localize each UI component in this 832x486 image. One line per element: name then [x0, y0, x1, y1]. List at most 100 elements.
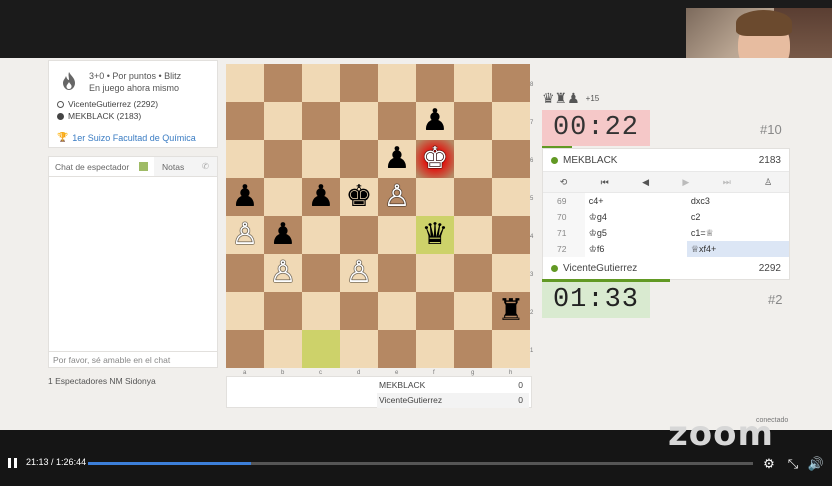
square-d4[interactable] — [340, 216, 378, 254]
square-g8[interactable] — [454, 64, 492, 102]
chess-piece[interactable]: ♙ — [346, 258, 373, 288]
black-player-row[interactable]: MEKBLACK (2183) — [57, 111, 141, 121]
square-g5[interactable] — [454, 178, 492, 216]
square-h2[interactable]: ♜ — [492, 292, 530, 330]
square-b2[interactable] — [264, 292, 302, 330]
chat-input[interactable]: Por favor, sé amable en el chat — [49, 351, 217, 367]
square-a6[interactable] — [226, 140, 264, 178]
square-h1[interactable] — [492, 330, 530, 368]
square-e5[interactable]: ♙ — [378, 178, 416, 216]
square-e7[interactable] — [378, 102, 416, 140]
square-e6[interactable]: ♟ — [378, 140, 416, 178]
square-d6[interactable] — [340, 140, 378, 178]
chess-piece[interactable]: ♟ — [270, 220, 297, 250]
square-d1[interactable] — [340, 330, 378, 368]
next-move-icon[interactable]: ▶ — [682, 177, 689, 188]
tab-spectator-chat[interactable]: Chat de espectador — [49, 157, 154, 176]
square-g4[interactable] — [454, 216, 492, 254]
square-d5[interactable]: ♚ — [340, 178, 378, 216]
first-move-icon[interactable]: ⏮ — [601, 177, 609, 188]
white-move[interactable]: ♔f6 — [585, 241, 687, 257]
black-move[interactable]: dxc3 — [687, 193, 789, 209]
square-e2[interactable] — [378, 292, 416, 330]
tab-notes[interactable]: Notas ✆ — [154, 157, 217, 176]
white-move[interactable]: c4+ — [585, 193, 687, 209]
square-e1[interactable] — [378, 330, 416, 368]
square-g1[interactable] — [454, 330, 492, 368]
square-g6[interactable] — [454, 140, 492, 178]
square-c8[interactable] — [302, 64, 340, 102]
chess-piece[interactable]: ♚ — [346, 182, 373, 212]
square-f3[interactable] — [416, 254, 454, 292]
square-c3[interactable] — [302, 254, 340, 292]
square-a5[interactable]: ♟ — [226, 178, 264, 216]
chess-piece[interactable]: ♙ — [384, 182, 411, 212]
square-a1[interactable] — [226, 330, 264, 368]
top-player-bar[interactable]: MEKBLACK 2183 — [543, 149, 789, 171]
square-f6[interactable]: ♚ — [416, 140, 454, 178]
square-b6[interactable] — [264, 140, 302, 178]
chess-board[interactable]: ♟ ♟ ♚ ♟ ♟ ♚ ♙ ♙ ♟ ♛ ♙ ♙ ♜ — [226, 64, 530, 368]
chess-piece[interactable]: ♚ — [422, 144, 449, 174]
tournament-link[interactable]: 🏆 1er Suizo Facultad de Química — [57, 132, 196, 143]
square-d7[interactable] — [340, 102, 378, 140]
square-h7[interactable] — [492, 102, 530, 140]
square-f7[interactable]: ♟ — [416, 102, 454, 140]
chat-toggle-checkbox[interactable] — [139, 162, 148, 171]
pause-button[interactable] — [8, 458, 20, 470]
square-b3[interactable]: ♙ — [264, 254, 302, 292]
square-e4[interactable] — [378, 216, 416, 254]
white-move[interactable]: ♔g4 — [585, 209, 687, 225]
chess-piece[interactable]: ♟ — [232, 182, 259, 212]
chess-piece[interactable]: ♟ — [308, 182, 335, 212]
square-a7[interactable] — [226, 102, 264, 140]
black-move[interactable]: c1=♕ — [687, 225, 789, 241]
square-b4[interactable]: ♟ — [264, 216, 302, 254]
square-g2[interactable] — [454, 292, 492, 330]
square-c6[interactable] — [302, 140, 340, 178]
square-e3[interactable] — [378, 254, 416, 292]
square-d8[interactable] — [340, 64, 378, 102]
black-move[interactable]: ♕xf4+ — [686, 241, 789, 257]
chess-piece[interactable]: ♜ — [498, 296, 525, 326]
analysis-icon[interactable]: ♙ — [764, 177, 772, 188]
square-h5[interactable] — [492, 178, 530, 216]
progress-track[interactable] — [88, 462, 753, 465]
square-c2[interactable] — [302, 292, 340, 330]
square-b7[interactable] — [264, 102, 302, 140]
square-a3[interactable] — [226, 254, 264, 292]
settings-gear-icon[interactable]: ⚙ — [761, 456, 777, 472]
chess-piece[interactable]: ♛ — [422, 220, 449, 250]
chess-piece[interactable]: ♙ — [270, 258, 297, 288]
chess-piece[interactable]: ♟ — [422, 106, 449, 136]
white-move[interactable]: ♔g5 — [585, 225, 687, 241]
flip-board-icon[interactable]: ⟲ — [560, 177, 568, 188]
square-h8[interactable] — [492, 64, 530, 102]
fullscreen-icon[interactable]: ⤡ — [785, 456, 801, 472]
square-c1[interactable] — [302, 330, 340, 368]
chess-piece[interactable]: ♟ — [384, 144, 411, 174]
square-h3[interactable] — [492, 254, 530, 292]
square-c7[interactable] — [302, 102, 340, 140]
square-e8[interactable] — [378, 64, 416, 102]
square-f8[interactable] — [416, 64, 454, 102]
square-f5[interactable] — [416, 178, 454, 216]
square-f1[interactable] — [416, 330, 454, 368]
square-b1[interactable] — [264, 330, 302, 368]
previous-move-icon[interactable]: ◀ — [642, 177, 649, 188]
volume-icon[interactable]: 🔊 — [808, 456, 824, 472]
square-h6[interactable] — [492, 140, 530, 178]
square-g7[interactable] — [454, 102, 492, 140]
last-move-icon[interactable]: ⏭ — [723, 177, 731, 188]
square-a4[interactable]: ♙ — [226, 216, 264, 254]
chess-piece[interactable]: ♙ — [232, 220, 259, 250]
square-f2[interactable] — [416, 292, 454, 330]
square-b8[interactable] — [264, 64, 302, 102]
square-d2[interactable] — [340, 292, 378, 330]
square-h4[interactable] — [492, 216, 530, 254]
square-c5[interactable]: ♟ — [302, 178, 340, 216]
square-a2[interactable] — [226, 292, 264, 330]
square-d3[interactable]: ♙ — [340, 254, 378, 292]
bottom-player-bar[interactable]: VicenteGutierrez 2292 — [543, 257, 789, 279]
square-f4[interactable]: ♛ — [416, 216, 454, 254]
